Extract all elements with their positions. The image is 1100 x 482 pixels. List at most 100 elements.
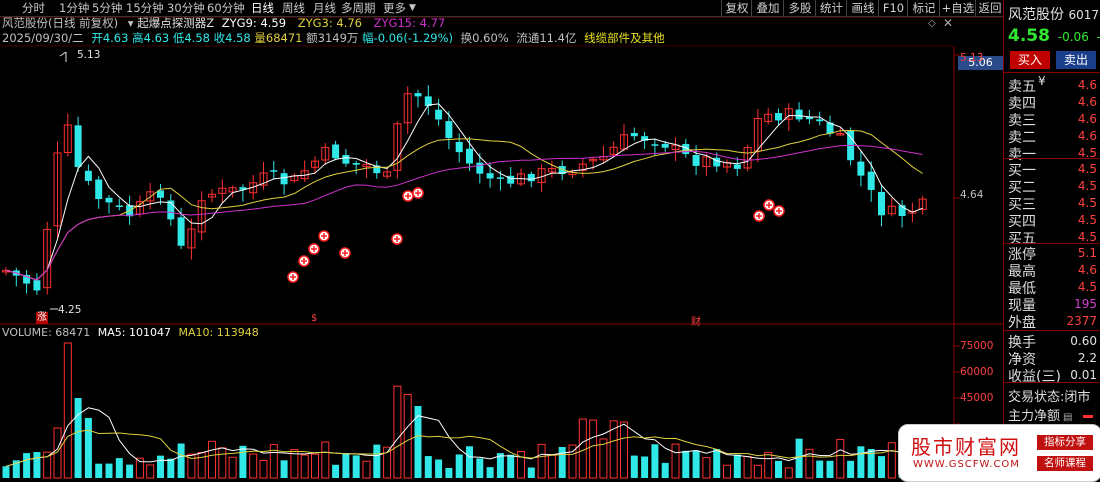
tab-daily[interactable]: 日线 [251, 1, 274, 15]
chevron-down-icon[interactable]: ▾ [128, 16, 134, 30]
trade-status: 交易状态:闭市 [1008, 390, 1091, 405]
zyg15-value: ZYG15: 4.77 [373, 16, 446, 30]
volume-label: VOLUME: 68471 [2, 326, 91, 339]
ohlc-line: 2025/09/30/二 开4.63 高4.63 低4.58 收4.58 量68… [2, 31, 665, 46]
candle-body-down [33, 280, 41, 291]
stats2-value: 2.2 [1077, 351, 1097, 365]
tab-weekly[interactable]: 周线 [282, 1, 305, 15]
settings-icon[interactable]: ◇ [928, 18, 936, 29]
sell-button[interactable]: 卖出 [1056, 51, 1096, 69]
mark-button[interactable]: 标记 [907, 0, 940, 16]
candle-body-down [177, 217, 185, 246]
volume-bar-down [445, 467, 453, 478]
volume-bar-down [167, 458, 175, 478]
watermark-tag2: 名师课程 [1037, 456, 1093, 471]
candle-body-down [527, 173, 535, 182]
event-tag-cai[interactable]: 财 [691, 313, 701, 328]
candle-body-down [496, 177, 504, 179]
chart-title: 风范股份(日线 前复权) [2, 16, 119, 30]
volume-bar-down [239, 445, 247, 478]
volume-bar-down [74, 398, 82, 478]
stats-row: 外盘 2377 [1008, 312, 1097, 332]
tab-1min[interactable]: 1分钟 [59, 1, 89, 15]
stock-name: 风范股份 6017 [1008, 7, 1099, 23]
volume-bar-up [723, 464, 731, 479]
buys-value: 4.5 [1077, 213, 1097, 227]
volume-bar-down [651, 444, 659, 478]
volume-tick-45000: 45000 [960, 392, 994, 404]
volume-bar-down [23, 453, 31, 478]
volume-bar-up [146, 464, 155, 479]
tab-15min[interactable]: 15分钟 [126, 1, 164, 15]
candle-body-down [692, 155, 700, 166]
open-value: 开4.63 [91, 31, 129, 45]
candle-body-down [414, 93, 422, 97]
tab-5min[interactable]: 5分钟 [92, 1, 122, 15]
back-button[interactable]: 返回 [975, 0, 1004, 16]
tab-fenshi[interactable]: 分时 [22, 1, 45, 15]
overlay-button[interactable]: 叠加 [751, 0, 784, 16]
volume-bar-down [466, 446, 473, 478]
close-value: 收4.58 [213, 31, 251, 45]
volume-bar-down [2, 466, 10, 478]
candle-body-down [476, 162, 484, 174]
volume-bar-down [826, 460, 834, 478]
candle-body-down [445, 121, 453, 139]
tab-30min[interactable]: 30分钟 [167, 1, 205, 15]
draw-line-button[interactable]: 画线 [846, 0, 879, 16]
volume-bar-up [208, 440, 216, 479]
candle-body-down [115, 205, 123, 207]
indicator-name[interactable]: 起爆点探测器Z [137, 16, 214, 30]
tab-monthly[interactable]: 月线 [313, 1, 336, 15]
close-icon[interactable]: ✕ [943, 16, 953, 30]
peak-pointer [59, 51, 67, 62]
tab-more[interactable]: 更多 [383, 1, 406, 15]
multi-stock-button[interactable]: 多股 [783, 0, 816, 16]
stats-value: 5.1 [1077, 246, 1097, 260]
volume-bar-up [362, 460, 371, 479]
volume-bar-down [641, 456, 649, 478]
volume-bar-up [743, 456, 752, 479]
limit-up-tag[interactable]: 涨 [36, 312, 48, 324]
candle-body-down [878, 191, 885, 216]
ma-short-line [5, 103, 923, 281]
event-tag-s[interactable]: $ [311, 313, 317, 324]
candle-body-down [352, 162, 360, 165]
tab-multi-period[interactable]: 多周期 [341, 1, 376, 15]
volume-bar-down [373, 444, 381, 478]
volume-bar-down [95, 463, 103, 478]
volume-bar-down [105, 463, 113, 478]
sells-value: 4.6 [1077, 112, 1097, 126]
statistics-button[interactable]: 统计 [815, 0, 847, 16]
float-value: 流通11.4亿 [516, 31, 577, 45]
volume-bar-down [507, 454, 515, 478]
f10-button[interactable]: F10 [878, 0, 908, 16]
more-dropdown-icon[interactable]: ▼ [409, 1, 416, 15]
turnover-value: 换0.60% [460, 31, 509, 45]
volume-bar-up [537, 443, 546, 479]
volume-bar-down [878, 456, 885, 478]
candle-body-down [486, 173, 494, 179]
candle-body-down [74, 125, 82, 167]
volume-bar-down [177, 443, 185, 478]
net-amount[interactable]: 主力净额 ▤ [1008, 405, 1093, 424]
tab-60min[interactable]: 60分钟 [207, 1, 245, 15]
volume-bar-down [280, 460, 288, 478]
volume-bar-up [620, 421, 628, 479]
sector-name[interactable]: 线缆部件及其他 [584, 31, 665, 45]
volume-bar-down [424, 456, 432, 478]
volume-header: VOLUME: 68471 MA5: 101047 MA10: 113948 [2, 326, 259, 340]
candle-body-down [435, 109, 443, 120]
add-watchlist-button[interactable]: +自选 [939, 0, 976, 16]
volume-bar-down [342, 453, 350, 478]
volume-bar-up [547, 454, 556, 479]
stats2-value: 0.01 [1070, 368, 1097, 382]
kline-chart[interactable] [0, 0, 1003, 480]
high-value: 高4.63 [132, 31, 170, 45]
yen-icon: ¥ [1038, 74, 1046, 88]
buy-button[interactable]: 买入 [1010, 51, 1050, 69]
indicator-header: 风范股份(日线 前复权) ▾ 起爆点探测器Z ZYG9: 4.59 ZYG3: … [2, 16, 445, 31]
volume-bar-down [527, 467, 535, 478]
fuquan-button[interactable]: 复权 [721, 0, 752, 16]
buys-value: 4.5 [1077, 230, 1097, 244]
